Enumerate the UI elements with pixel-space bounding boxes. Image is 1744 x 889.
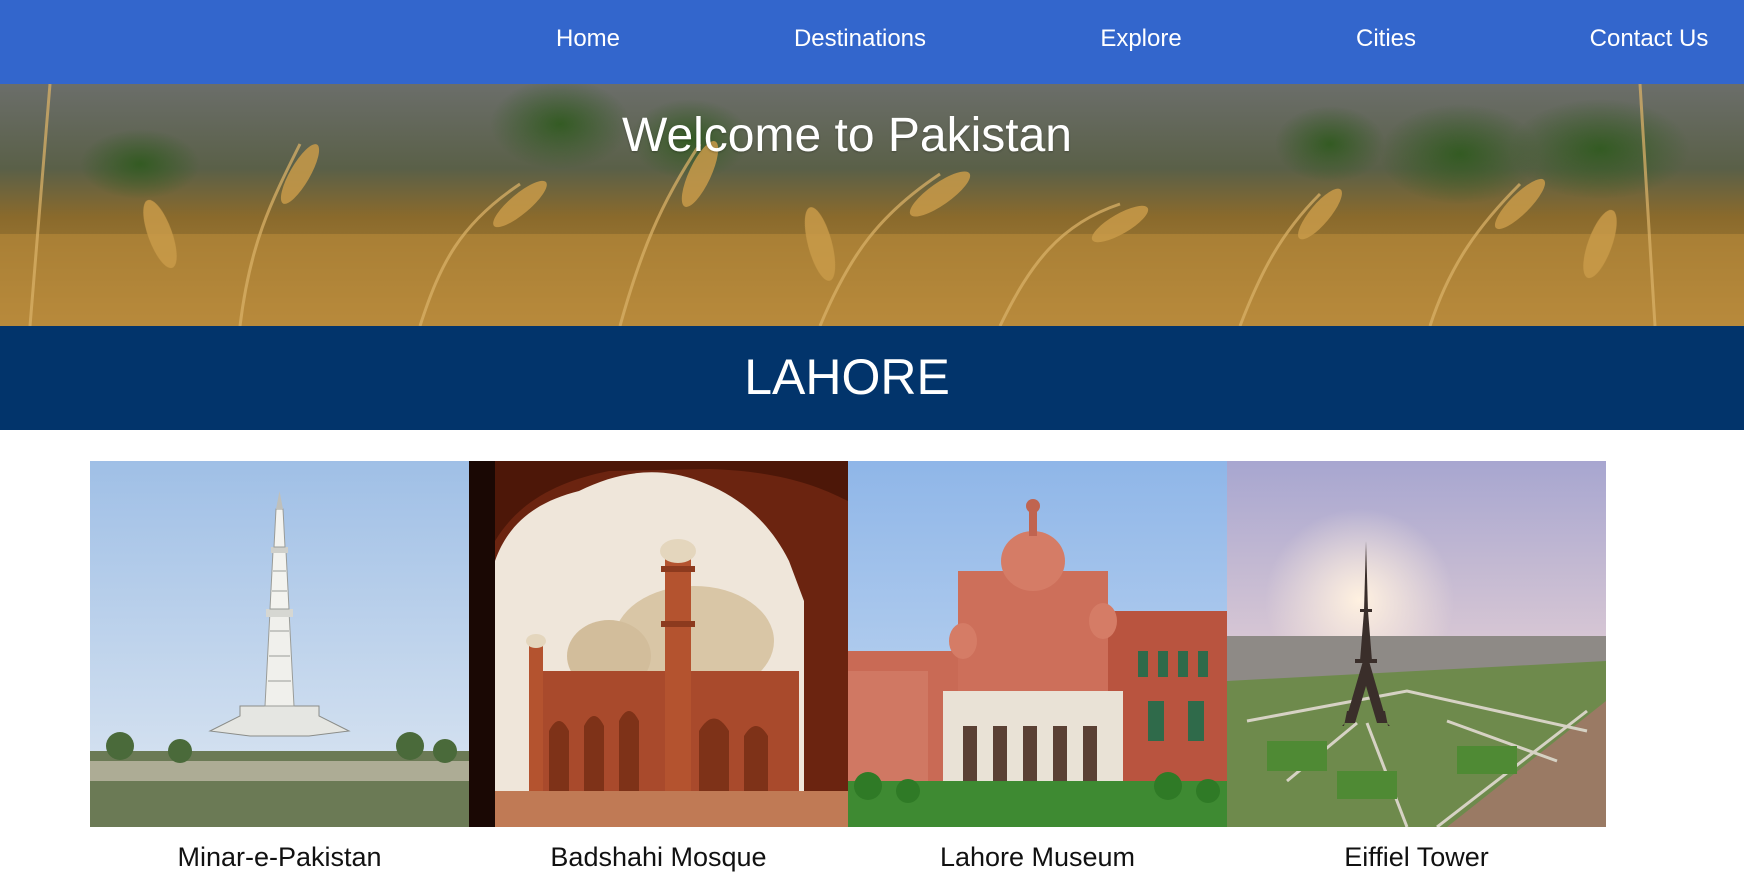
- hero-banner: Welcome to Pakistan: [0, 84, 1744, 326]
- city-title: LAHORE: [744, 349, 950, 405]
- landmark-gallery: Minar-e-Pakistan Badshahi Mosque Lahore …: [90, 461, 1606, 889]
- landmark-caption[interactable]: Minar-e-Pakistan: [90, 841, 469, 873]
- eiffel-tower-photo[interactable]: [1227, 461, 1606, 827]
- landmark-card-eiffel-tower[interactable]: Eiffiel Tower: [1227, 461, 1606, 889]
- landmark-caption[interactable]: Eiffiel Tower: [1227, 841, 1606, 873]
- landmark-card-minar-e-pakistan[interactable]: Minar-e-Pakistan: [90, 461, 469, 889]
- top-navbar: Home Destinations Explore Cities Contact…: [0, 0, 1744, 84]
- badshahi-mosque-photo[interactable]: [469, 461, 848, 827]
- landmark-caption[interactable]: Lahore Museum: [848, 841, 1227, 873]
- landmark-card-lahore-museum[interactable]: Lahore Museum: [848, 461, 1227, 889]
- minar-e-pakistan-photo[interactable]: [90, 461, 469, 827]
- lahore-museum-photo[interactable]: [848, 461, 1227, 827]
- nav-cities-link[interactable]: Cities: [1356, 0, 1416, 78]
- nav-contact-us-link[interactable]: Contact Us: [1590, 0, 1709, 78]
- nav-explore-link[interactable]: Explore: [1100, 0, 1181, 78]
- hero-title: Welcome to Pakistan: [622, 109, 1072, 162]
- city-header-band: LAHORE: [0, 326, 1744, 430]
- landmark-caption[interactable]: Badshahi Mosque: [469, 841, 848, 873]
- nav-destinations-link[interactable]: Destinations: [794, 0, 926, 78]
- landmark-card-badshahi-mosque[interactable]: Badshahi Mosque: [469, 461, 848, 889]
- nav-home-link[interactable]: Home: [556, 0, 620, 78]
